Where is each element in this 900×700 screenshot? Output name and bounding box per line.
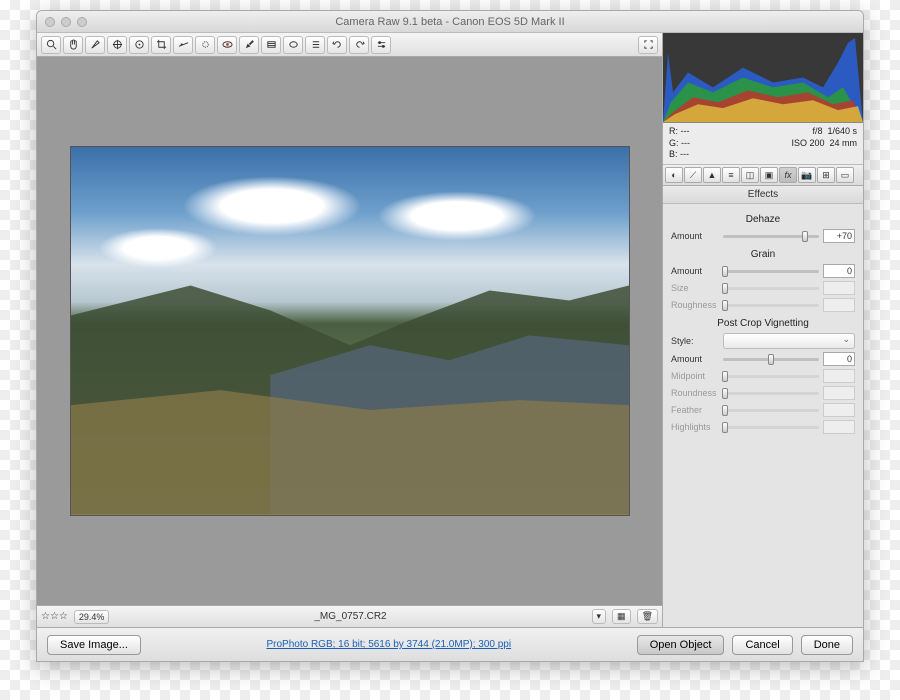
grain-amount-value[interactable]: 0 — [823, 264, 855, 278]
vignette-style-dropdown[interactable] — [723, 333, 855, 349]
grain-size-value — [823, 281, 855, 295]
straighten-tool-icon[interactable] — [173, 36, 193, 54]
exif-readout: R: --- G: --- B: --- f/8 1/640 s ISO 200… — [663, 123, 863, 165]
tab-lens[interactable]: ▣ — [760, 167, 778, 183]
vignette-section-title: Post Crop Vignetting — [671, 318, 855, 329]
hand-tool-icon[interactable] — [63, 36, 83, 54]
vignette-amount-control: Amount 0 — [671, 352, 855, 366]
vignette-roundness-control: Roundness — [671, 386, 855, 400]
vignette-roundness-label: Roundness — [671, 388, 719, 398]
radial-filter-icon[interactable] — [283, 36, 303, 54]
grid-icon[interactable]: ▦ — [612, 609, 631, 624]
histogram[interactable] — [663, 33, 863, 123]
grain-roughness-label: Roughness — [671, 300, 719, 310]
workflow-link[interactable]: ProPhoto RGB; 16 bit; 5616 by 3744 (21.0… — [149, 639, 629, 650]
app-window: Camera Raw 9.1 beta - Canon EOS 5D Mark … — [36, 10, 864, 662]
vignette-feather-control: Feather — [671, 403, 855, 417]
toolbar — [37, 33, 662, 57]
tab-split[interactable]: ◫ — [741, 167, 759, 183]
dehaze-amount-label: Amount — [671, 231, 719, 241]
list-view-icon[interactable] — [305, 36, 325, 54]
tab-detail[interactable]: ▲ — [703, 167, 721, 183]
dehaze-amount-value[interactable]: +70 — [823, 229, 855, 243]
zoom-tool-icon[interactable] — [41, 36, 61, 54]
vignette-midpoint-control: Midpoint — [671, 369, 855, 383]
trash-icon[interactable]: 🗑 — [637, 609, 658, 624]
tab-hsl[interactable]: ≡ — [722, 167, 740, 183]
zoom-level[interactable]: 29.4% — [74, 610, 110, 624]
vignette-style-label: Style: — [671, 336, 719, 346]
fullscreen-icon[interactable] — [638, 36, 658, 54]
spot-removal-icon[interactable] — [195, 36, 215, 54]
photo-preview — [70, 146, 630, 516]
done-button[interactable]: Done — [801, 635, 853, 655]
window-controls — [37, 17, 87, 27]
vignette-amount-label: Amount — [671, 354, 719, 364]
vignette-highlights-label: Highlights — [671, 422, 719, 432]
graduated-filter-icon[interactable] — [261, 36, 281, 54]
dehaze-section-title: Dehaze — [671, 214, 855, 225]
vignette-highlights-control: Highlights — [671, 420, 855, 434]
cancel-button[interactable]: Cancel — [732, 635, 792, 655]
vignette-amount-value[interactable]: 0 — [823, 352, 855, 366]
save-image-button[interactable]: Save Image... — [47, 635, 141, 655]
grain-amount-slider[interactable] — [723, 270, 819, 273]
crop-tool-icon[interactable] — [151, 36, 171, 54]
vignette-midpoint-label: Midpoint — [671, 371, 719, 381]
vignette-midpoint-slider — [723, 375, 819, 378]
window-title: Camera Raw 9.1 beta - Canon EOS 5D Mark … — [37, 16, 863, 28]
effects-panel: Dehaze Amount +70 Grain Amount 0 Size — [663, 204, 863, 627]
rating-stars[interactable]: ☆☆☆ — [41, 611, 68, 622]
vignette-highlights-slider — [723, 426, 819, 429]
panel-tabs: ◐ ⟋ ▲ ≡ ◫ ▣ fx 📷 ⊞ ▭ — [663, 165, 863, 186]
image-canvas[interactable] — [37, 57, 662, 605]
vignette-midpoint-value — [823, 369, 855, 383]
minimize-icon[interactable] — [61, 17, 71, 27]
white-balance-icon[interactable] — [85, 36, 105, 54]
filter-icon[interactable]: ▾ — [592, 609, 607, 624]
grain-amount-label: Amount — [671, 266, 719, 276]
zoom-icon[interactable] — [77, 17, 87, 27]
tab-basic[interactable]: ◐ — [665, 167, 683, 183]
tab-presets[interactable]: ⊞ — [817, 167, 835, 183]
titlebar: Camera Raw 9.1 beta - Canon EOS 5D Mark … — [37, 11, 863, 33]
grain-section-title: Grain — [671, 249, 855, 260]
vignette-amount-slider[interactable] — [723, 358, 819, 361]
prefs-icon[interactable] — [371, 36, 391, 54]
filename-label: _MG_0757.CR2 — [115, 611, 585, 622]
preview-pane: ☆☆☆ 29.4% _MG_0757.CR2 ▾ ▦ 🗑 — [37, 33, 663, 627]
vignette-style-control: Style: — [671, 333, 855, 349]
vignette-roundness-slider — [723, 392, 819, 395]
vignette-highlights-value — [823, 420, 855, 434]
color-sampler-icon[interactable] — [107, 36, 127, 54]
grain-roughness-control: Roughness — [671, 298, 855, 312]
grain-roughness-value — [823, 298, 855, 312]
dehaze-amount-control: Amount +70 — [671, 229, 855, 243]
redeye-tool-icon[interactable] — [217, 36, 237, 54]
rotate-cw-icon[interactable] — [349, 36, 369, 54]
panel-title: Effects — [663, 186, 863, 204]
adjustment-brush-icon[interactable] — [239, 36, 259, 54]
grain-size-slider — [723, 287, 819, 290]
adjustments-panel: R: --- G: --- B: --- f/8 1/640 s ISO 200… — [663, 33, 863, 627]
grain-roughness-slider — [723, 304, 819, 307]
rotate-ccw-icon[interactable] — [327, 36, 347, 54]
targeted-adjust-icon[interactable] — [129, 36, 149, 54]
open-object-button[interactable]: Open Object — [637, 635, 725, 655]
close-icon[interactable] — [45, 17, 55, 27]
tab-curve[interactable]: ⟋ — [684, 167, 702, 183]
tab-snapshots[interactable]: ▭ — [836, 167, 854, 183]
footer-bar: Save Image... ProPhoto RGB; 16 bit; 5616… — [37, 627, 863, 661]
vignette-feather-value — [823, 403, 855, 417]
vignette-feather-label: Feather — [671, 405, 719, 415]
grain-size-control: Size — [671, 281, 855, 295]
vignette-feather-slider — [723, 409, 819, 412]
tab-camera[interactable]: 📷 — [798, 167, 816, 183]
grain-amount-control: Amount 0 — [671, 264, 855, 278]
status-bar: ☆☆☆ 29.4% _MG_0757.CR2 ▾ ▦ 🗑 — [37, 605, 662, 627]
tab-effects[interactable]: fx — [779, 167, 797, 183]
grain-size-label: Size — [671, 283, 719, 293]
vignette-roundness-value — [823, 386, 855, 400]
dehaze-amount-slider[interactable] — [723, 235, 819, 238]
